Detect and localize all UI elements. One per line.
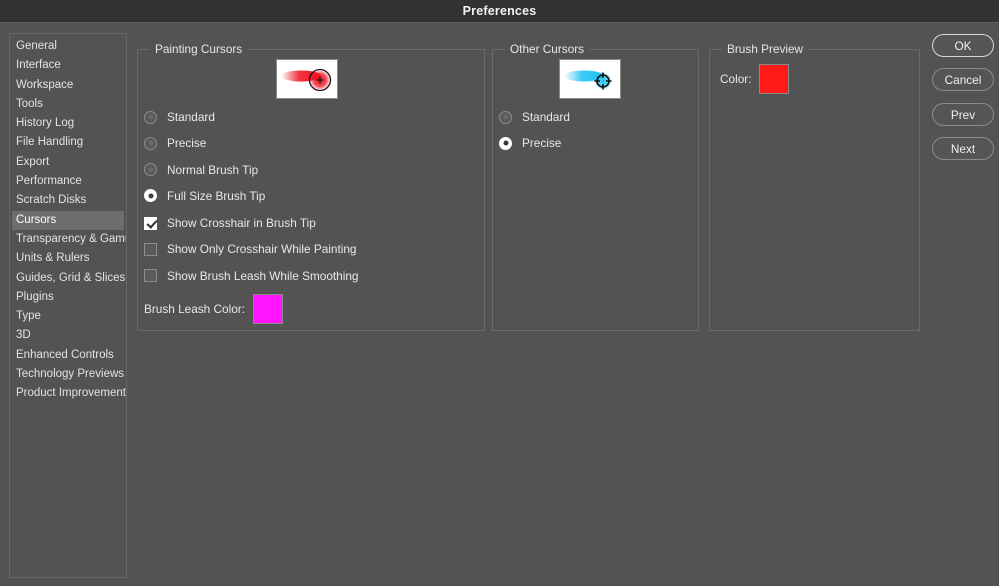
option-label: Normal Brush Tip: [167, 162, 259, 177]
brush-stroke-red-with-crosshair-circle-icon: [277, 60, 337, 98]
preferences-category-list[interactable]: General Interface Workspace Tools History Lo…: [9, 33, 127, 578]
brush-preview-color-swatch[interactable]: [759, 64, 790, 94]
sidebar-item-type[interactable]: Type: [10, 307, 126, 326]
sidebar-item-units-rulers[interactable]: Units & Rulers: [10, 249, 126, 268]
sidebar-item-plugins[interactable]: Plugins: [10, 288, 126, 307]
option-label: Show Only Crosshair While Painting: [167, 242, 357, 257]
brush-stroke-cyan-with-precise-target-icon: [560, 60, 620, 98]
sidebar-item-guides-grid-slices[interactable]: Guides, Grid & Slices: [10, 269, 126, 288]
sidebar-item-cursors[interactable]: Cursors: [12, 210, 124, 230]
checkbox-icon[interactable]: [144, 216, 157, 230]
checkbox-icon[interactable]: [144, 242, 157, 256]
cancel-button[interactable]: Cancel: [932, 68, 994, 91]
sidebar-item-tools[interactable]: Tools: [10, 95, 126, 114]
brush-leash-color-row[interactable]: Brush Leash Color:: [144, 294, 283, 324]
option-label: Full Size Brush Tip: [167, 188, 266, 203]
checkbox-icon[interactable]: [144, 269, 157, 283]
option-label: Precise: [522, 136, 562, 151]
brush-preview-color-row[interactable]: Color:: [720, 64, 790, 94]
option-label: Standard: [167, 110, 215, 124]
sidebar-item-general[interactable]: General: [10, 37, 126, 56]
painting-cursors-group: Painting Cursors Standard Precise Normal…: [137, 42, 485, 331]
brush-preview-color-label: Color:: [720, 72, 752, 86]
painting-radio-full-size-brush-tip[interactable]: Full Size Brush Tip: [144, 188, 265, 204]
radio-icon[interactable]: [499, 110, 512, 124]
option-label: Show Crosshair in Brush Tip: [167, 216, 316, 230]
sidebar-item-workspace[interactable]: Workspace: [10, 76, 126, 95]
other-cursors-group: Other Cursors Standard Precise: [492, 42, 699, 331]
other-radio-precise[interactable]: Precise: [499, 135, 561, 151]
sidebar-item-enhanced-controls[interactable]: Enhanced Controls: [10, 346, 126, 365]
painting-cursors-legend: Painting Cursors: [150, 42, 248, 56]
other-radio-standard[interactable]: Standard: [499, 109, 570, 125]
radio-icon[interactable]: [144, 136, 157, 150]
painting-checkbox-show-crosshair-in-brush-tip[interactable]: Show Crosshair in Brush Tip: [144, 215, 316, 231]
painting-radio-precise[interactable]: Precise: [144, 135, 206, 151]
sidebar-item-technology-previews[interactable]: Technology Previews: [10, 365, 126, 384]
other-cursors-legend: Other Cursors: [505, 42, 590, 56]
option-label: Show Brush Leash While Smoothing: [167, 268, 359, 283]
sidebar-item-performance[interactable]: Performance: [10, 172, 126, 191]
painting-radio-standard[interactable]: Standard: [144, 109, 215, 125]
option-label: Precise: [167, 136, 207, 151]
radio-icon[interactable]: [144, 189, 157, 203]
painting-cursor-preview: [276, 59, 338, 99]
titlebar: Preferences: [0, 0, 999, 23]
sidebar-item-transparency-gamut[interactable]: Transparency & Gamut: [10, 230, 126, 249]
radio-icon[interactable]: [144, 110, 157, 124]
sidebar-item-file-handling[interactable]: File Handling: [10, 133, 126, 152]
brush-preview-group: Brush Preview Color:: [709, 42, 920, 331]
option-label: Standard: [522, 110, 570, 124]
sidebar-item-3d[interactable]: 3D: [10, 326, 126, 345]
painting-checkbox-show-only-crosshair-while-painting[interactable]: Show Only Crosshair While Painting: [144, 241, 356, 257]
sidebar-item-export[interactable]: Export: [10, 153, 126, 172]
painting-checkbox-show-brush-leash-while-smoothing[interactable]: Show Brush Leash While Smoothing: [144, 268, 358, 284]
sidebar-item-product-improvement[interactable]: Product Improvement: [10, 384, 126, 403]
brush-leash-color-swatch[interactable]: [252, 294, 283, 324]
radio-icon[interactable]: [499, 136, 512, 150]
brush-preview-legend: Brush Preview: [722, 42, 809, 56]
sidebar-item-history-log[interactable]: History Log: [10, 114, 126, 133]
sidebar-item-interface[interactable]: Interface: [10, 56, 126, 75]
preferences-dialog: Preferences General Interface Workspace Too…: [0, 0, 999, 586]
window-title: Preferences: [462, 4, 537, 18]
next-button[interactable]: Next: [932, 137, 994, 160]
sidebar-item-scratch-disks[interactable]: Scratch Disks: [10, 191, 126, 210]
painting-radio-normal-brush-tip[interactable]: Normal Brush Tip: [144, 162, 258, 178]
ok-button[interactable]: OK: [932, 34, 994, 57]
brush-leash-color-label: Brush Leash Color:: [144, 302, 245, 316]
radio-icon[interactable]: [144, 163, 157, 177]
other-cursor-preview: [559, 59, 621, 99]
prev-button[interactable]: Prev: [932, 103, 994, 126]
